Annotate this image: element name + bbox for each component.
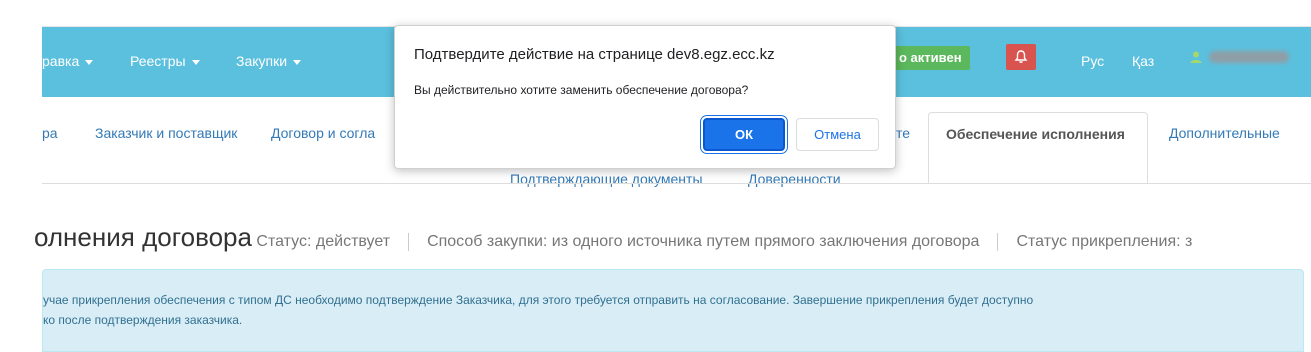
bell-icon (1014, 50, 1028, 63)
chevron-down-icon (85, 59, 94, 65)
page-heading: олнения договора Статус: действует Способ… (34, 222, 1192, 253)
lang-ru-link[interactable]: Рус (1081, 47, 1104, 75)
tabs-divider (42, 183, 1311, 184)
dialog-title: Подтвердите действие на странице dev8.eg… (414, 46, 775, 63)
tab-hidden-partial[interactable]: те (896, 125, 910, 141)
confirm-dialog: Подтвердите действие на странице dev8.eg… (394, 25, 896, 169)
tab-supporting-documents[interactable]: Подтверждающие документы (510, 171, 703, 187)
cancel-button[interactable]: Отмена (796, 118, 879, 151)
tab-contract-info[interactable]: ра (42, 125, 58, 141)
tab-powers-of-attorney[interactable]: Доверенности (748, 171, 841, 187)
nav-menu-registries[interactable]: Реестры (130, 47, 200, 75)
attachment-status: Статус прикрепления: з (1016, 233, 1193, 250)
nav-menu-registries-label: Реестры (130, 53, 186, 69)
dialog-message: Вы действительно хотите заменить обеспеч… (414, 83, 749, 97)
tab-contract-approval[interactable]: Договор и согла (271, 125, 375, 141)
divider (997, 232, 999, 251)
tab-additional[interactable]: Дополнительные (1169, 125, 1280, 141)
info-alert: учае прикрепления обеспечения с типом ДС… (42, 269, 1304, 352)
alert-text-line2: ко после подтверждения заказчика. (43, 313, 243, 327)
top-strip (0, 0, 1311, 26)
tab-performance-security[interactable]: Обеспечение исполнения (928, 112, 1148, 184)
user-name-blurred (1209, 50, 1289, 63)
user-menu[interactable] (1189, 48, 1289, 68)
tab-customer-supplier[interactable]: Заказчик и поставщик (95, 125, 237, 141)
chevron-down-icon (191, 59, 200, 65)
divider (408, 232, 410, 251)
procurement-method: Способ закупки: из одного источника путе… (427, 233, 980, 250)
notifications-button[interactable] (1006, 44, 1036, 70)
status-badge: о активен (893, 46, 970, 70)
nav-menu-purchases[interactable]: Закупки (236, 47, 302, 75)
user-icon (1190, 51, 1202, 63)
tab-performance-security-label: Обеспечение исполнения (946, 126, 1125, 142)
page-title: олнения договора (34, 222, 252, 252)
nav-menu-purchases-label: Закупки (236, 53, 288, 69)
nav-menu-reference-label: равка (42, 53, 80, 69)
alert-text-line1: учае прикрепления обеспечения с типом ДС… (43, 293, 1034, 307)
contract-status: Статус: действует (256, 233, 391, 250)
lang-kz-link[interactable]: Қаз (1132, 47, 1154, 75)
nav-menu-reference[interactable]: равка (42, 47, 94, 75)
chevron-down-icon (293, 59, 302, 65)
ok-button[interactable]: ОК (703, 118, 785, 151)
